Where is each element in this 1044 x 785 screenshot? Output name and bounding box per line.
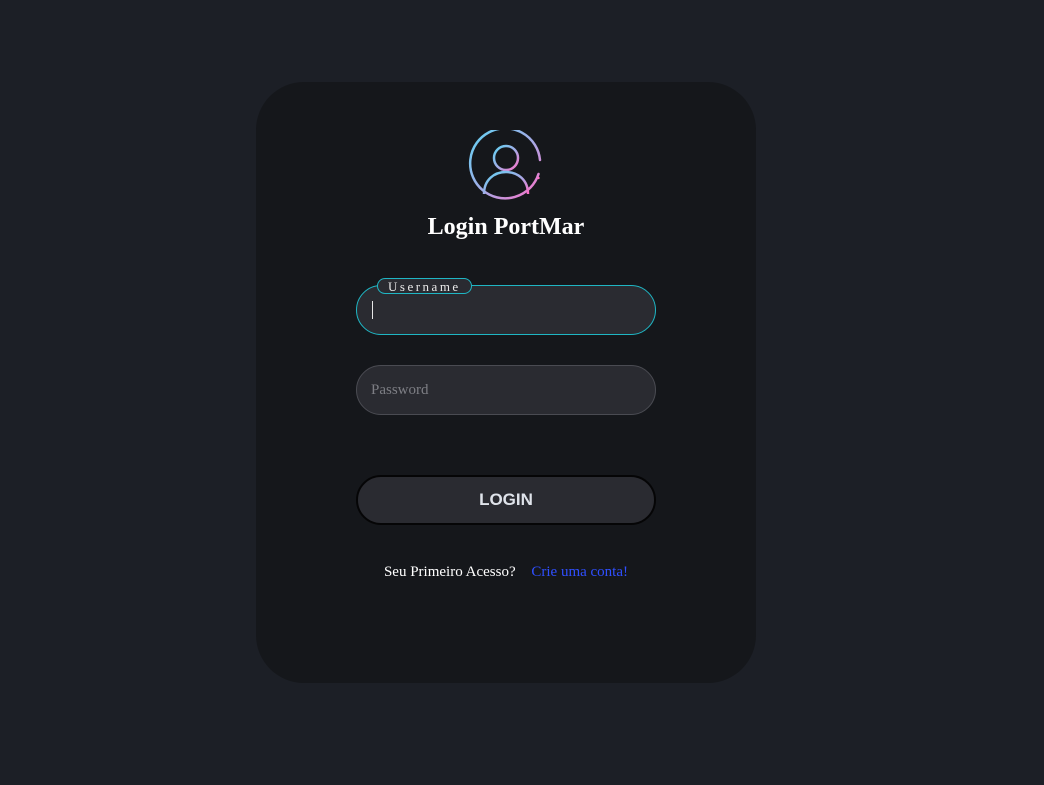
create-account-link[interactable]: Crie uma conta! — [531, 564, 628, 580]
login-card: Login PortMar Username LOGIN Seu Primeir… — [256, 82, 756, 683]
password-field[interactable] — [356, 365, 656, 415]
login-button[interactable]: LOGIN — [356, 475, 656, 525]
text-caret — [372, 301, 373, 319]
page-title: Login PortMar — [427, 214, 585, 240]
first-access-text: Seu Primeiro Acesso? — [383, 564, 516, 580]
password-input[interactable] — [357, 366, 655, 414]
username-label: Username — [377, 278, 472, 294]
user-circle-icon — [468, 130, 542, 200]
username-field[interactable]: Username — [356, 278, 656, 335]
signup-prompt: Seu Primeiro Acesso? Crie uma conta! — [256, 564, 756, 581]
